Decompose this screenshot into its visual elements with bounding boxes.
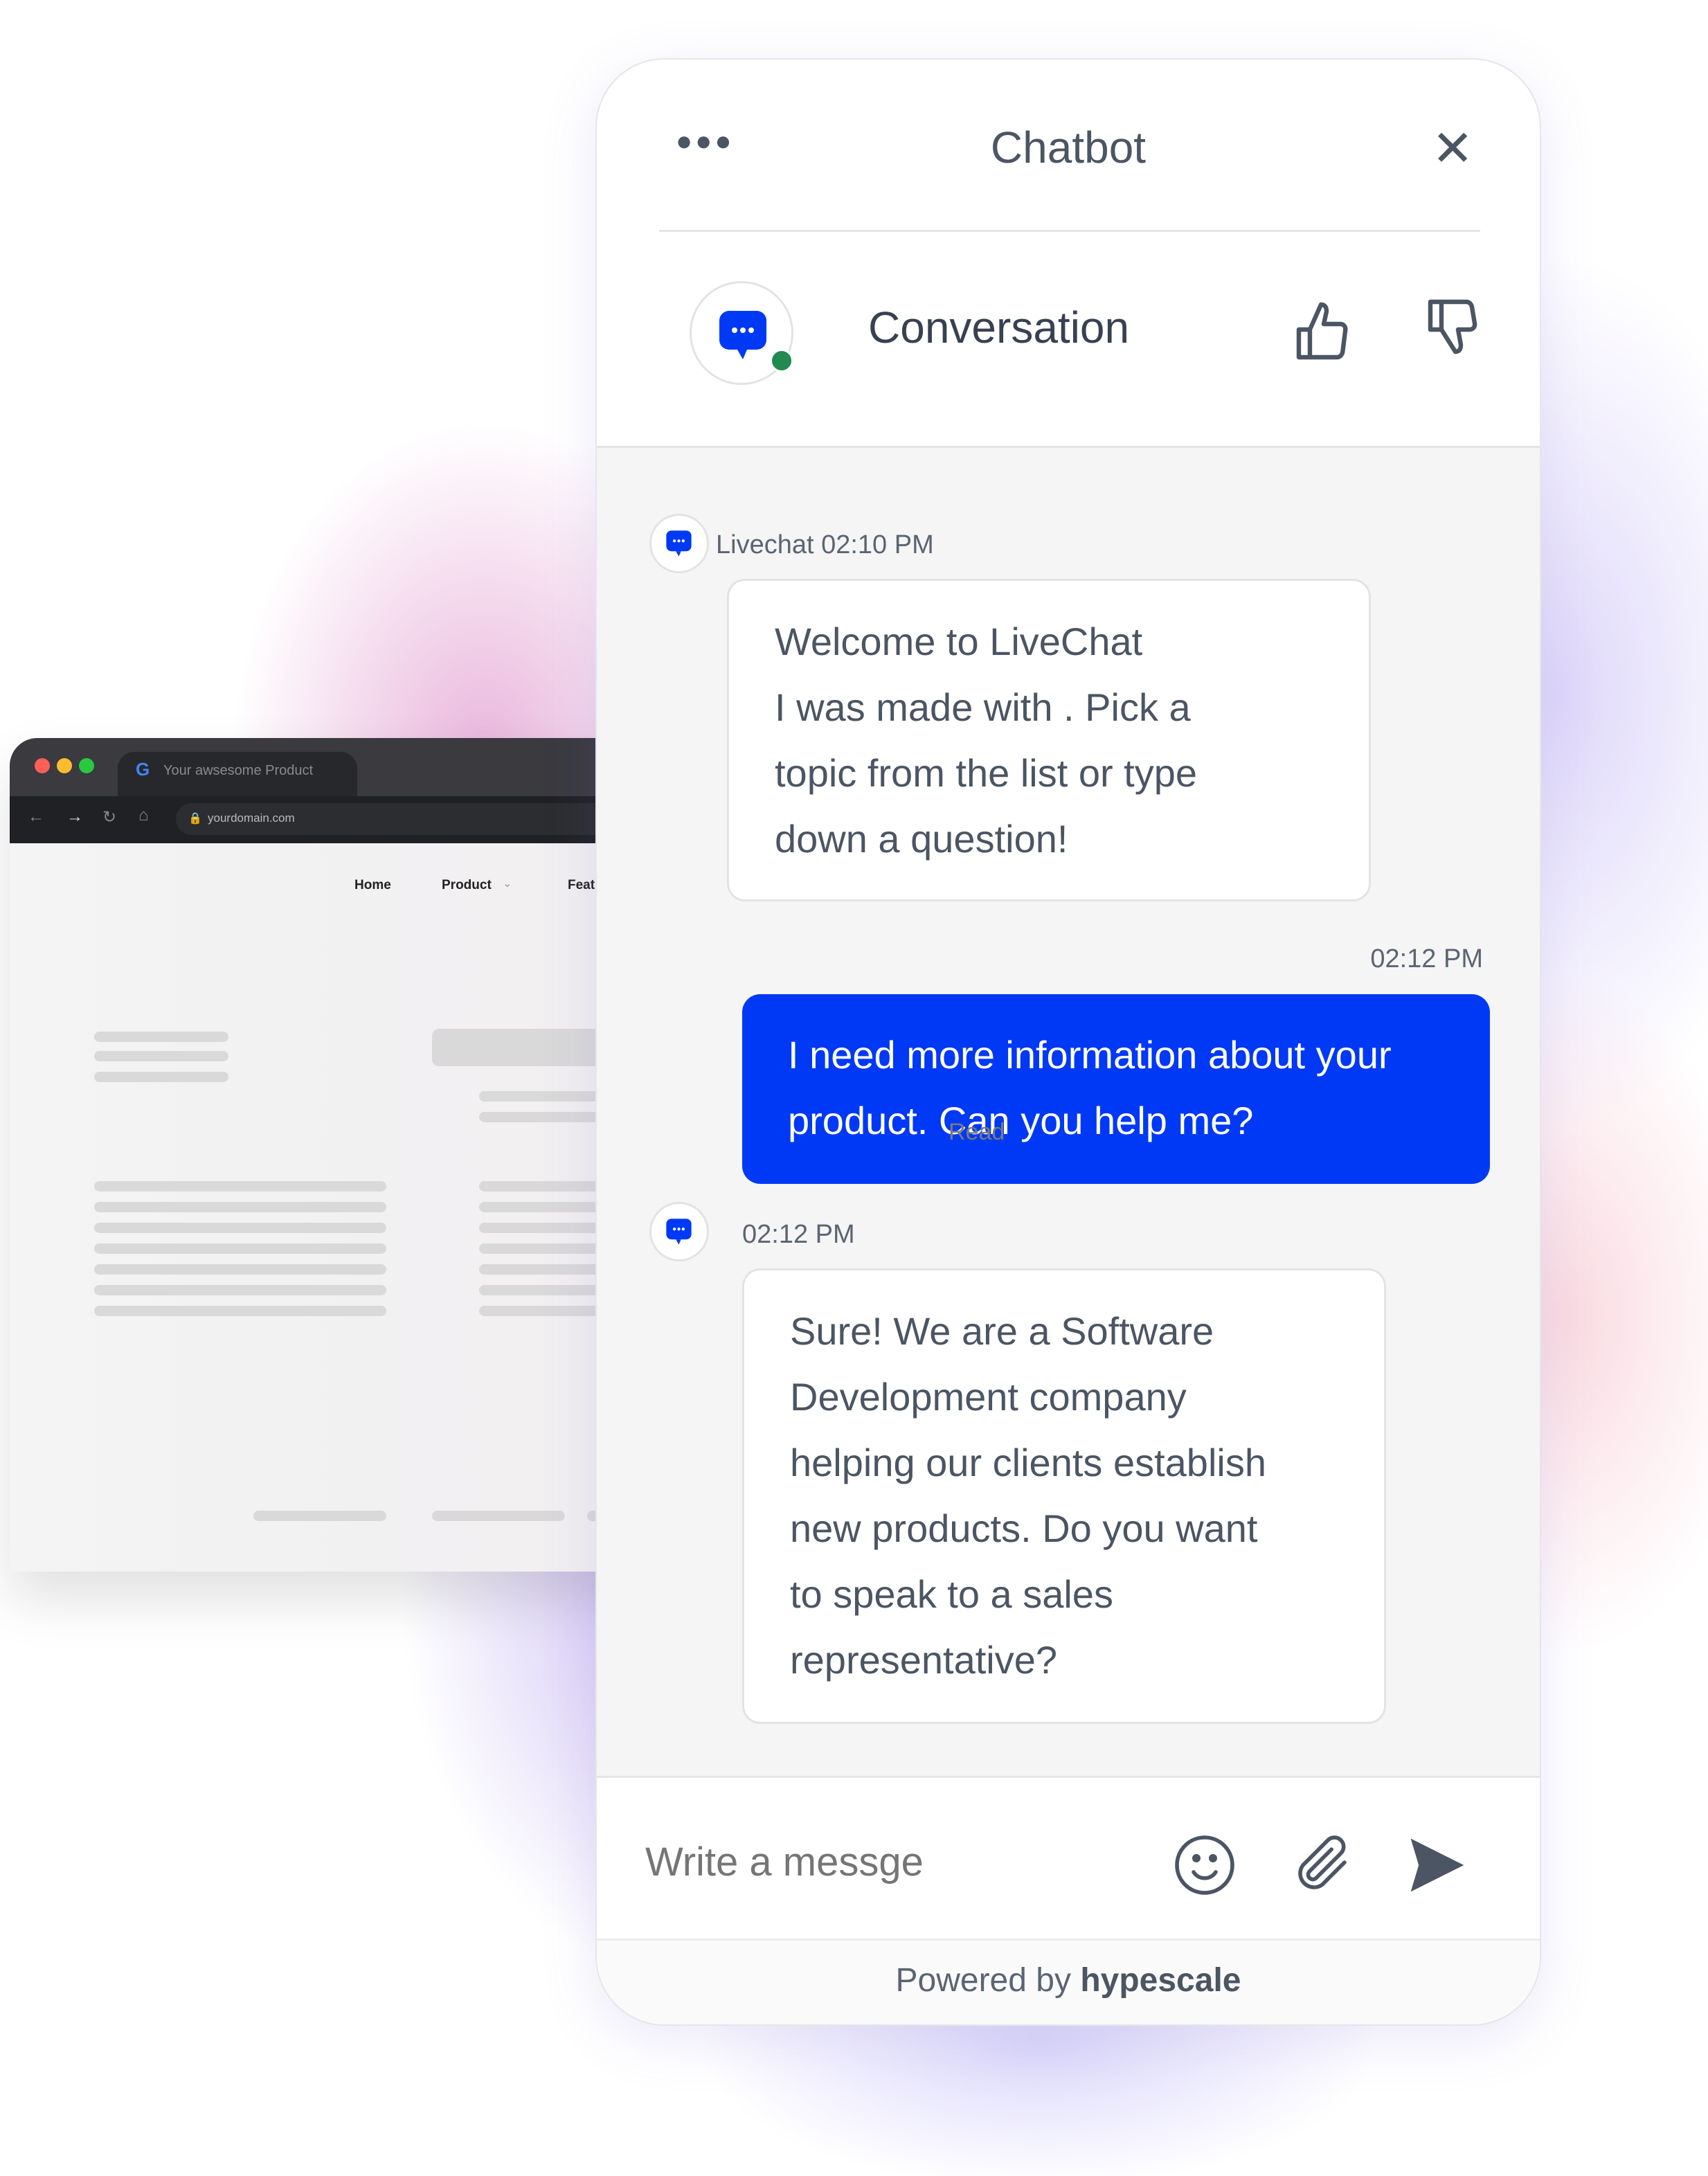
lock-icon: 🔒 — [188, 813, 202, 825]
message-line: Development company — [790, 1375, 1187, 1419]
conversation-title: Conversation — [868, 303, 1130, 352]
minimize-dot[interactable] — [57, 758, 72, 773]
chat-bubble-icon — [666, 530, 692, 557]
nav-features[interactable]: Feat — [568, 878, 595, 893]
message-meta: 02:12 PM — [1370, 944, 1483, 973]
message-line: representative? — [790, 1638, 1058, 1682]
placeholder-bar — [94, 1264, 386, 1275]
message-line: Sure! We are a Software — [790, 1309, 1214, 1353]
emoji-icon[interactable] — [1171, 1832, 1238, 1898]
user-message: I need more information about your produ… — [742, 994, 1490, 1184]
brand-link[interactable]: hypescale — [1080, 1962, 1241, 1999]
placeholder-bar — [94, 1181, 386, 1192]
placeholder-bar — [432, 1511, 565, 1521]
placeholder-bar — [94, 1306, 386, 1316]
bot-message: Sure! We are a Software Development comp… — [742, 1268, 1386, 1724]
message-meta: 02:12 PM — [742, 1220, 855, 1249]
close-icon[interactable]: ✕ — [1432, 119, 1473, 177]
google-icon: G — [136, 759, 150, 780]
powered-by-footer: Powered by hypescale — [597, 1939, 1540, 2024]
close-dot[interactable] — [35, 758, 50, 773]
divider — [659, 230, 1480, 232]
bot-avatar-small — [649, 514, 709, 573]
message-meta: Livechat 02:10 PM — [716, 530, 934, 559]
placeholder-bar — [253, 1511, 386, 1521]
message-line: to speak to a sales — [790, 1572, 1113, 1616]
message-line: down a question! — [775, 817, 1068, 861]
message-line: I was made with . Pick a — [775, 685, 1191, 729]
thumbs-down-icon[interactable] — [1421, 294, 1490, 360]
online-status-dot — [770, 349, 793, 372]
forward-icon[interactable]: → — [66, 807, 83, 827]
message-line: Welcome to LiveChat — [775, 620, 1143, 663]
nav-home[interactable]: Home — [354, 878, 391, 893]
thumbs-up-icon[interactable] — [1289, 299, 1358, 366]
message-line: product. Can you help me? — [788, 1099, 1254, 1142]
message-line: new products. Do you want — [790, 1507, 1258, 1550]
message-line: I need more information about your — [788, 1033, 1392, 1077]
attachment-icon[interactable] — [1289, 1832, 1356, 1898]
reload-icon[interactable]: ↻ — [102, 807, 116, 827]
chat-title: Chatbot — [990, 123, 1147, 172]
placeholder-bar — [94, 1032, 228, 1042]
bot-message: Welcome to LiveChat I was made with . Pi… — [727, 579, 1371, 901]
back-icon[interactable]: ← — [28, 807, 44, 827]
home-icon[interactable]: ⌂ — [138, 806, 149, 825]
maximize-dot[interactable] — [79, 758, 94, 773]
chat-bubble-icon — [666, 1219, 692, 1245]
placeholder-bar — [94, 1223, 386, 1233]
placeholder-bar — [94, 1072, 228, 1082]
placeholder-bar — [94, 1285, 386, 1295]
chevron-down-icon: ⌄ — [503, 878, 512, 890]
read-receipt: Read — [949, 1119, 1005, 1145]
placeholder-bar — [94, 1202, 386, 1212]
placeholder-block — [432, 1029, 612, 1066]
url-text: yourdomain.com — [208, 811, 295, 825]
message-line: topic from the list or type — [775, 751, 1198, 795]
placeholder-bar — [94, 1243, 386, 1254]
placeholder-bar — [94, 1051, 228, 1061]
message-line: helping our clients establish — [790, 1441, 1266, 1484]
send-icon[interactable] — [1404, 1833, 1471, 1897]
footer-prefix: Powered by — [895, 1962, 1071, 1999]
bot-avatar-small — [649, 1202, 709, 1261]
nav-product[interactable]: Product — [442, 878, 492, 893]
tab-title: Your awsesome Product — [163, 763, 314, 778]
chatbot-widget: ●●● Chatbot ✕ Conversation Livechat 02:1… — [595, 58, 1541, 2026]
message-input[interactable] — [645, 1831, 1185, 1893]
